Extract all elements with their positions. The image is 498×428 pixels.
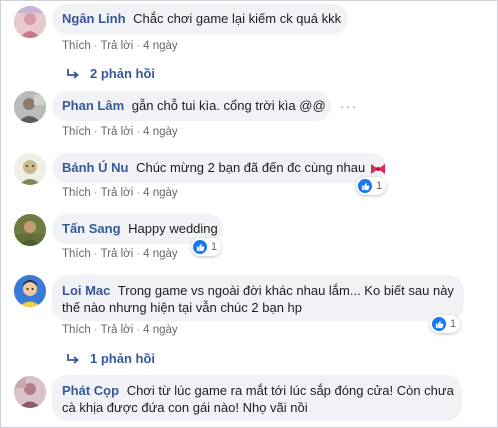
like-link[interactable]: Thích — [62, 126, 91, 138]
comment-actions: Thích · Trả lời · 4 ngày — [62, 126, 178, 138]
avatar[interactable] — [14, 214, 46, 246]
avatar[interactable] — [14, 376, 46, 408]
avatar[interactable] — [14, 275, 46, 307]
like-reaction-icon — [193, 240, 207, 254]
timestamp[interactable]: 4 ngày — [143, 324, 178, 336]
reply-link[interactable]: Trả lời — [101, 324, 134, 336]
comment-actions: Thích · Trả lời · 4 ngày — [62, 40, 178, 52]
comment-bubble: Bánh Ú Nu Chúc mừng 2 bạn đã đến đc cùng… — [52, 153, 386, 183]
avatar[interactable] — [14, 153, 46, 185]
comment-bubble: Phát Cọp Chơi từ lúc game ra mắt tới lúc… — [52, 375, 462, 421]
separator: · — [93, 126, 98, 138]
more-options-icon[interactable]: ··· — [340, 98, 357, 114]
comment-text: Trong game vs ngoài đời khác nhau lắm...… — [117, 283, 454, 298]
comment-actions: Thích · Trả lời · 4 ngày — [62, 248, 178, 260]
author-name[interactable]: Phát Cọp — [62, 383, 119, 398]
reaction-count: 1 — [211, 241, 218, 253]
replies-count: 2 phản hồi — [90, 66, 155, 81]
comment-actions: Thích · Trả lời · 4 ngày — [62, 187, 178, 199]
reply-arrow-icon — [67, 353, 79, 364]
author-name[interactable]: Ngân Linh — [62, 11, 126, 26]
like-reaction-icon — [432, 317, 446, 331]
like-link[interactable]: Thích — [62, 248, 91, 260]
separator: · — [136, 126, 141, 138]
comment-actions: Thích · Trả lời · 4 ngày — [62, 324, 178, 336]
ribbon-icon — [370, 163, 385, 174]
reply-link[interactable]: Trả lời — [101, 248, 134, 260]
timestamp[interactable]: 4 ngày — [143, 126, 178, 138]
separator: · — [93, 187, 98, 199]
comment-bubble: Phan Lâm gẫn chỗ tui kìa. cổng trời kìa … — [52, 91, 331, 121]
timestamp[interactable]: 4 ngày — [143, 248, 178, 260]
reply-link[interactable]: Trả lời — [101, 40, 134, 52]
reaction-count: 1 — [450, 318, 457, 330]
reply-link[interactable]: Trả lời — [101, 126, 134, 138]
replies-count: 1 phản hồi — [90, 351, 155, 366]
comment-text: thế nào nhưng hiện tại vẫn chúc 2 bạn hp — [62, 300, 302, 315]
view-replies-link[interactable]: 2 phản hồi — [66, 66, 155, 81]
separator: · — [136, 40, 141, 52]
reply-link[interactable]: Trả lời — [101, 187, 134, 199]
comment-text: cà khịa được đứa con gái nào! Nhọ vãi nồ… — [62, 400, 308, 415]
separator: · — [136, 248, 141, 260]
author-name[interactable]: Tấn Sang — [62, 221, 121, 236]
avatar[interactable] — [14, 6, 46, 38]
timestamp[interactable]: 4 ngày — [143, 187, 178, 199]
comment-text: gẫn chỗ tui kìa. cổng trời kìa @@ — [131, 98, 326, 113]
author-name[interactable]: Bánh Ú Nu — [62, 160, 128, 175]
separator: · — [93, 40, 98, 52]
separator: · — [136, 324, 141, 336]
reaction-count: 1 — [376, 180, 383, 192]
like-link[interactable]: Thích — [62, 324, 91, 336]
comment-text: Happy wedding — [128, 221, 218, 236]
comment-text: Chơi từ lúc game ra mắt tới lúc sắp đóng… — [126, 383, 454, 398]
reaction-summary[interactable]: 1 — [356, 177, 387, 195]
comment-text: Chắc chơi game lại kiếm ck quá kkk — [133, 11, 342, 26]
view-replies-link[interactable]: 1 phản hồi — [66, 351, 155, 366]
reaction-summary[interactable]: 1 — [191, 238, 222, 256]
like-reaction-icon — [358, 179, 372, 193]
comment-bubble: Ngân Linh Chắc chơi game lại kiếm ck quá… — [52, 4, 348, 34]
separator: · — [93, 324, 98, 336]
comment-bubble: Loi Mac Trong game vs ngoài đời khác nha… — [52, 275, 464, 321]
avatar[interactable] — [14, 91, 46, 123]
like-link[interactable]: Thích — [62, 187, 91, 199]
separator: · — [93, 248, 98, 260]
timestamp[interactable]: 4 ngày — [143, 40, 178, 52]
author-name[interactable]: Loi Mac — [62, 283, 110, 298]
comment-text: Chúc mừng 2 bạn đã đến đc cùng nhau — [136, 160, 366, 175]
separator: · — [136, 187, 141, 199]
author-name[interactable]: Phan Lâm — [62, 98, 124, 113]
reaction-summary[interactable]: 1 — [430, 315, 461, 333]
reply-arrow-icon — [67, 68, 79, 79]
like-link[interactable]: Thích — [62, 40, 91, 52]
comment-list: Ngân Linh Chắc chơi game lại kiếm ck quá… — [0, 0, 498, 428]
